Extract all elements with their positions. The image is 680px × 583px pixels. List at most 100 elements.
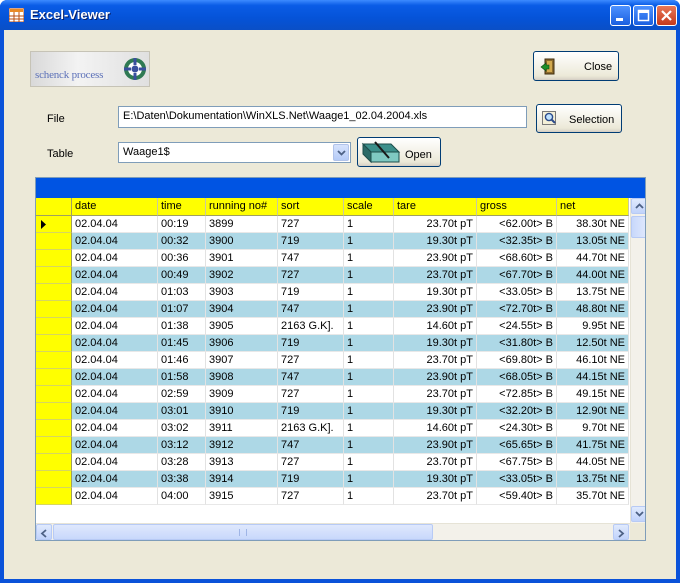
cell-sort[interactable]: 727 (278, 267, 344, 284)
row-header[interactable] (36, 318, 72, 335)
cell-date[interactable]: 02.04.04 (72, 318, 158, 335)
cell-scale[interactable]: 1 (344, 352, 394, 369)
row-header[interactable] (36, 250, 72, 267)
cell-scale[interactable]: 1 (344, 301, 394, 318)
cell-scale[interactable]: 1 (344, 403, 394, 420)
cell-tare[interactable]: 23.90t pT (394, 437, 477, 454)
cell-running-no[interactable]: 3914 (206, 471, 278, 488)
horizontal-scroll-thumb[interactable] (53, 524, 433, 540)
cell-time[interactable]: 03:02 (158, 420, 206, 437)
cell-time[interactable]: 01:46 (158, 352, 206, 369)
cell-sort[interactable]: 727 (278, 454, 344, 471)
column-header-net[interactable]: net (557, 198, 629, 216)
cell-scale[interactable]: 1 (344, 250, 394, 267)
cell-tare[interactable]: 23.90t pT (394, 369, 477, 386)
cell-running-no[interactable]: 3901 (206, 250, 278, 267)
cell-net[interactable]: 41.75t NE (557, 437, 629, 454)
cell-time[interactable]: 04:00 (158, 488, 206, 505)
cell-tare[interactable]: 19.30t pT (394, 335, 477, 352)
scroll-up-button[interactable] (631, 198, 645, 214)
cell-running-no[interactable]: 3910 (206, 403, 278, 420)
cell-gross[interactable]: <33.05t> B (477, 471, 557, 488)
cell-scale[interactable]: 1 (344, 318, 394, 335)
grid-corner-cell[interactable] (36, 198, 72, 216)
cell-scale[interactable]: 1 (344, 335, 394, 352)
cell-gross[interactable]: <24.30t> B (477, 420, 557, 437)
row-header[interactable] (36, 437, 72, 454)
column-header-time[interactable]: time (158, 198, 206, 216)
table-row[interactable]: 02.04.04 03:28 3913 727 1 23.70t pT <67.75t> B… (36, 454, 629, 471)
cell-gross[interactable]: <68.60t> B (477, 250, 557, 267)
cell-scale[interactable]: 1 (344, 216, 394, 233)
cell-scale[interactable]: 1 (344, 284, 394, 301)
cell-date[interactable]: 02.04.04 (72, 369, 158, 386)
cell-gross[interactable]: <72.70t> B (477, 301, 557, 318)
row-header[interactable] (36, 216, 72, 233)
cell-net[interactable]: 13.75t NE (557, 284, 629, 301)
cell-time[interactable]: 03:01 (158, 403, 206, 420)
cell-sort[interactable]: 2163 G.K]. (278, 318, 344, 335)
table-row[interactable]: 02.04.04 00:19 3899 727 1 23.70t pT <62.00t> B… (36, 216, 629, 233)
cell-scale[interactable]: 1 (344, 437, 394, 454)
cell-date[interactable]: 02.04.04 (72, 335, 158, 352)
cell-scale[interactable]: 1 (344, 488, 394, 505)
cell-date[interactable]: 02.04.04 (72, 233, 158, 250)
cell-date[interactable]: 02.04.04 (72, 471, 158, 488)
table-row[interactable]: 02.04.04 04:00 3915 727 1 23.70t pT <59.40t> B… (36, 488, 629, 505)
row-header[interactable] (36, 233, 72, 250)
cell-date[interactable]: 02.04.04 (72, 216, 158, 233)
cell-tare[interactable]: 23.70t pT (394, 216, 477, 233)
cell-running-no[interactable]: 3907 (206, 352, 278, 369)
cell-time[interactable]: 03:28 (158, 454, 206, 471)
cell-running-no[interactable]: 3906 (206, 335, 278, 352)
cell-time[interactable]: 03:38 (158, 471, 206, 488)
cell-time[interactable]: 01:03 (158, 284, 206, 301)
scroll-left-button[interactable] (36, 524, 52, 540)
cell-time[interactable]: 01:38 (158, 318, 206, 335)
cell-tare[interactable]: 23.70t pT (394, 454, 477, 471)
table-row[interactable]: 02.04.04 00:32 3900 719 1 19.30t pT <32.35t> B… (36, 233, 629, 250)
cell-tare[interactable]: 23.90t pT (394, 250, 477, 267)
cell-time[interactable]: 00:32 (158, 233, 206, 250)
cell-sort[interactable]: 719 (278, 335, 344, 352)
cell-time[interactable]: 03:12 (158, 437, 206, 454)
cell-net[interactable]: 35.70t NE (557, 488, 629, 505)
cell-running-no[interactable]: 3915 (206, 488, 278, 505)
cell-net[interactable]: 44.05t NE (557, 454, 629, 471)
cell-scale[interactable]: 1 (344, 420, 394, 437)
cell-time[interactable]: 01:45 (158, 335, 206, 352)
cell-net[interactable]: 44.15t NE (557, 369, 629, 386)
cell-date[interactable]: 02.04.04 (72, 352, 158, 369)
column-header-sort[interactable]: sort (278, 198, 344, 216)
cell-net[interactable]: 49.15t NE (557, 386, 629, 403)
row-header[interactable] (36, 301, 72, 318)
cell-gross[interactable]: <33.05t> B (477, 284, 557, 301)
column-header-tare[interactable]: tare (394, 198, 477, 216)
table-row[interactable]: 02.04.04 01:07 3904 747 1 23.90t pT <72.70t> B… (36, 301, 629, 318)
cell-time[interactable]: 00:49 (158, 267, 206, 284)
table-row[interactable]: 02.04.04 00:36 3901 747 1 23.90t pT <68.60t> B… (36, 250, 629, 267)
cell-running-no[interactable]: 3913 (206, 454, 278, 471)
cell-tare[interactable]: 19.30t pT (394, 471, 477, 488)
row-header[interactable] (36, 335, 72, 352)
open-button[interactable]: Open (357, 137, 441, 167)
cell-date[interactable]: 02.04.04 (72, 454, 158, 471)
cell-sort[interactable]: 2163 G.K]. (278, 420, 344, 437)
table-row[interactable]: 02.04.04 01:45 3906 719 1 19.30t pT <31.80t> B… (36, 335, 629, 352)
cell-tare[interactable]: 23.90t pT (394, 301, 477, 318)
cell-gross[interactable]: <32.20t> B (477, 403, 557, 420)
cell-time[interactable]: 00:36 (158, 250, 206, 267)
table-row[interactable]: 02.04.04 01:46 3907 727 1 23.70t pT <69.80t> B… (36, 352, 629, 369)
row-header[interactable] (36, 488, 72, 505)
data-grid[interactable]: date time running no# sort scale tare gross net… (35, 177, 646, 541)
row-header[interactable] (36, 403, 72, 420)
cell-sort[interactable]: 719 (278, 284, 344, 301)
row-header[interactable] (36, 386, 72, 403)
column-header-date[interactable]: date (72, 198, 158, 216)
cell-running-no[interactable]: 3903 (206, 284, 278, 301)
row-header[interactable] (36, 454, 72, 471)
column-header-gross[interactable]: gross (477, 198, 557, 216)
row-header[interactable] (36, 352, 72, 369)
table-row[interactable]: 02.04.04 03:12 3912 747 1 23.90t pT <65.65t> B… (36, 437, 629, 454)
cell-time[interactable]: 01:07 (158, 301, 206, 318)
